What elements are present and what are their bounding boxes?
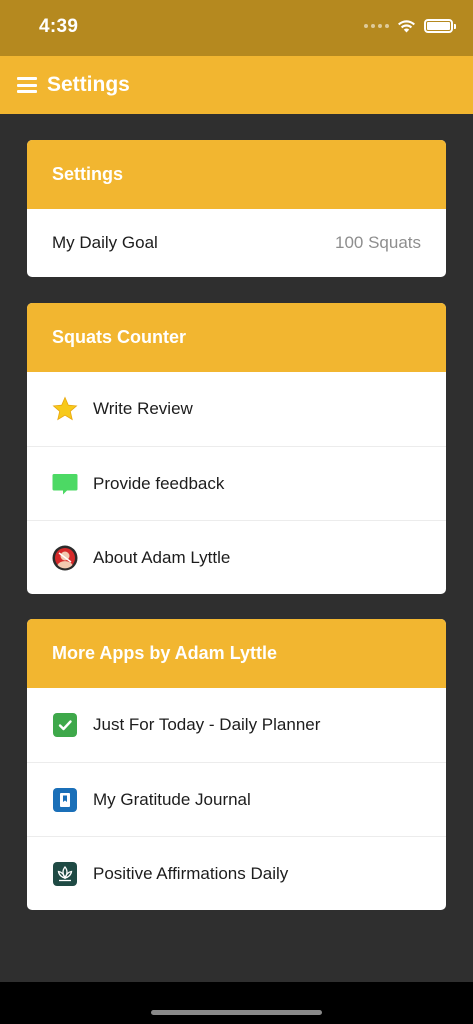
daily-goal-row[interactable]: My Daily Goal 100 Squats xyxy=(27,209,446,277)
just-for-today-label: Just For Today - Daily Planner xyxy=(93,715,321,734)
lotus-app-icon xyxy=(52,861,78,887)
status-time: 4:39 xyxy=(39,16,79,37)
battery-icon xyxy=(424,19,456,33)
squats-counter-card: Squats Counter Write Review Provide feed… xyxy=(27,303,446,594)
nav-bar: Settings xyxy=(0,56,473,114)
avatar-icon xyxy=(52,545,78,571)
settings-card: Settings My Daily Goal 100 Squats xyxy=(27,140,446,277)
squats-counter-card-header: Squats Counter xyxy=(27,303,446,372)
provide-feedback-row[interactable]: Provide feedback xyxy=(27,446,446,520)
gratitude-journal-row[interactable]: My Gratitude Journal xyxy=(27,762,446,836)
write-review-row[interactable]: Write Review xyxy=(27,372,446,446)
settings-card-header: Settings xyxy=(27,140,446,209)
gratitude-journal-label: My Gratitude Journal xyxy=(93,789,251,809)
positive-affirmations-label: Positive Affirmations Daily xyxy=(93,863,289,883)
daily-goal-value: 100 Squats xyxy=(334,233,421,252)
write-review-label: Write Review xyxy=(93,399,193,418)
hamburger-menu-icon[interactable] xyxy=(17,77,37,93)
positive-affirmations-row[interactable]: Positive Affirmations Daily xyxy=(27,836,446,910)
home-indicator-bar[interactable] xyxy=(151,1010,322,1015)
chat-bubble-icon xyxy=(52,471,78,497)
signal-icon xyxy=(364,24,389,28)
star-icon xyxy=(52,396,78,422)
wifi-icon xyxy=(398,20,415,33)
status-bar: 4:39 xyxy=(0,0,473,56)
about-adam-lyttle-label: About Adam Lyttle xyxy=(93,547,231,567)
daily-goal-label: My Daily Goal xyxy=(52,233,158,252)
about-adam-lyttle-row[interactable]: About Adam Lyttle xyxy=(27,520,446,594)
home-indicator-area xyxy=(0,982,473,1024)
checkmark-app-icon xyxy=(52,712,78,738)
more-apps-card: More Apps by Adam Lyttle Just For Today … xyxy=(27,619,446,910)
status-icons xyxy=(364,19,456,33)
provide-feedback-label: Provide feedback xyxy=(93,473,225,493)
journal-app-icon xyxy=(52,787,78,813)
just-for-today-row[interactable]: Just For Today - Daily Planner xyxy=(27,688,446,762)
nav-title: Settings xyxy=(47,73,130,96)
more-apps-card-header: More Apps by Adam Lyttle xyxy=(27,619,446,688)
